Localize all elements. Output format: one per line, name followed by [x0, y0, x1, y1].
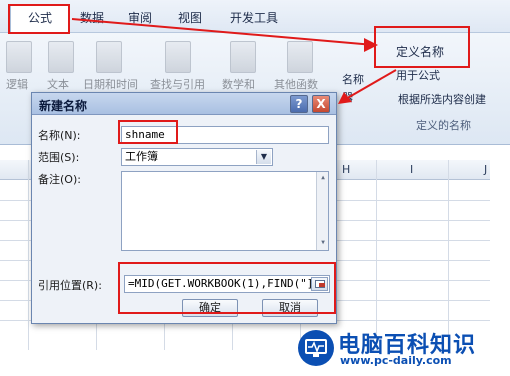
name-manager-label-top[interactable]: 名称 [342, 71, 364, 87]
more-functions-icon[interactable] [287, 41, 313, 73]
tab-developer[interactable]: 开发工具 [230, 9, 278, 29]
watermark: 电脑百科知识 www.pc-daily.com [298, 326, 502, 370]
column-i[interactable]: I [410, 163, 413, 176]
scope-select[interactable]: 工作簿 ▼ [121, 148, 273, 166]
group-lookup[interactable]: 查找与引用 [150, 76, 205, 92]
tab-review[interactable]: 审阅 [128, 9, 152, 29]
name-label: 名称(N): [38, 129, 81, 142]
group-text[interactable]: 文本 [47, 76, 69, 92]
grid-line [28, 160, 29, 350]
math-icon[interactable] [230, 41, 256, 73]
chevron-down-icon[interactable]: ▼ [256, 150, 271, 164]
group-math[interactable]: 数学和 [222, 76, 255, 92]
dialog-title-bar[interactable]: 新建名称 ? X [32, 93, 336, 115]
ref-label: 引用位置(R): [38, 279, 102, 292]
create-from-selection-button[interactable]: 根据所选内容创建 [398, 91, 486, 107]
column-h[interactable]: H [342, 163, 350, 176]
close-button[interactable]: X [312, 95, 330, 113]
comment-textarea[interactable]: ▲ ▼ [121, 171, 329, 251]
comment-label: 备注(O): [38, 173, 81, 186]
logical-icon[interactable] [6, 41, 32, 73]
monitor-logo-icon [298, 330, 334, 366]
grid-line [376, 160, 377, 350]
grid-line [448, 160, 449, 350]
highlight-define-name [374, 26, 470, 68]
highlight-name-input [118, 120, 178, 144]
datetime-icon[interactable] [96, 41, 122, 73]
scroll-up-icon[interactable]: ▲ [318, 173, 328, 183]
comment-scrollbar[interactable]: ▲ ▼ [316, 172, 328, 250]
group-more-functions[interactable]: 其他函数 [274, 76, 318, 92]
defined-names-group-label: 定义的名称 [416, 119, 471, 132]
highlight-ref-input [118, 262, 336, 314]
scope-label: 范围(S): [38, 151, 80, 164]
column-j[interactable]: J [484, 163, 487, 176]
use-in-formula-button[interactable]: 用于公式 [396, 67, 440, 83]
watermark-url: www.pc-daily.com [340, 354, 452, 367]
highlight-formulas-tab [8, 4, 70, 34]
dialog-title: 新建名称 [39, 99, 88, 113]
lookup-icon[interactable] [165, 41, 191, 73]
scope-value: 工作簿 [125, 150, 158, 163]
excel-window: 公式 数据 审阅 视图 开发工具 逻辑 文本 日期和时间 查找与引用 数学和 其… [0, 0, 510, 376]
scroll-down-icon[interactable]: ▼ [318, 238, 328, 248]
group-datetime[interactable]: 日期和时间 [83, 76, 138, 92]
tab-view[interactable]: 视图 [178, 9, 202, 29]
text-icon[interactable] [48, 41, 74, 73]
group-logical[interactable]: 逻辑 [6, 76, 28, 92]
tab-data[interactable]: 数据 [80, 9, 104, 29]
name-manager-label-bottom[interactable]: 器 [342, 89, 353, 105]
help-button[interactable]: ? [290, 95, 308, 113]
